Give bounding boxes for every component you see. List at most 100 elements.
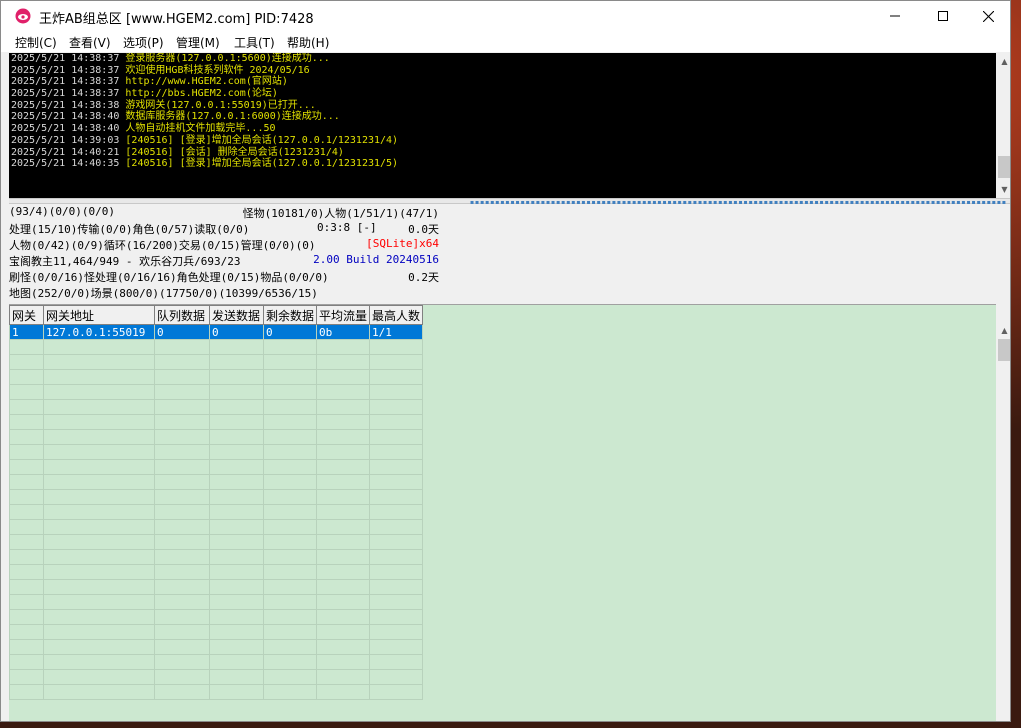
scroll-thumb[interactable] [998,156,1010,178]
log-line: 2025/5/21 14:40:35 [240516] [登录]增加全局会话(1… [11,158,399,170]
empty-cell [316,579,371,595]
empty-cell [209,564,264,580]
empty-cell [9,639,44,655]
empty-cell [369,684,424,700]
table-row[interactable]: 1 127.0.0.1:55019 0 0 0 0b 1/1 [9,324,424,340]
col-header-max-users[interactable]: 最高人数 [369,305,424,325]
empty-row [9,444,424,460]
grid-scrollbar[interactable]: ▲ [996,322,1010,721]
menu-options[interactable]: 选项(P) [123,34,164,51]
empty-cell [262,609,318,625]
empty-cell [9,489,44,505]
menu-tools[interactable]: 工具(T) [234,34,275,51]
empty-cell [43,654,155,670]
empty-cell [209,399,264,415]
empty-cell [369,564,424,580]
empty-cell [316,444,371,460]
empty-cell [316,609,371,625]
col-header-queue[interactable]: 队列数据 [154,305,210,325]
empty-row [9,489,424,505]
empty-cell [316,534,371,550]
empty-cell [154,609,210,625]
empty-cell [154,669,210,685]
empty-cell [262,339,318,355]
empty-cell [209,669,264,685]
col-header-address[interactable]: 网关地址 [43,305,155,325]
empty-cell [316,669,371,685]
title-bar[interactable]: 王炸AB组总区 [www.HGEM2.com] PID:7428 [1,1,1010,31]
empty-cell [209,339,264,355]
empty-row [9,519,424,535]
minimize-button[interactable] [872,1,918,31]
maximize-button[interactable] [920,1,966,31]
empty-row [9,429,424,445]
main-window: 王炸AB组总区 [www.HGEM2.com] PID:7428 控制(C) 查… [0,0,1011,722]
empty-cell [262,369,318,385]
empty-cell [369,549,424,565]
scroll-thumb[interactable] [998,339,1010,361]
close-icon [982,10,994,22]
empty-cell [262,654,318,670]
empty-cell [9,654,44,670]
menu-control[interactable]: 控制(C) [15,34,57,51]
empty-cell [43,519,155,535]
menu-view[interactable]: 查看(V) [69,34,111,51]
empty-cell [369,534,424,550]
empty-cell [154,504,210,520]
menu-help[interactable]: 帮助(H) [287,34,329,51]
empty-cell [316,519,371,535]
empty-cell [154,444,210,460]
empty-cell [209,624,264,640]
close-button[interactable] [965,1,1010,31]
scroll-down-icon[interactable]: ▼ [996,181,1010,198]
log-panel[interactable]: 2025/5/21 14:38:37 登录服务器(127.0.0.1:5600)… [9,53,996,198]
empty-cell [316,504,371,520]
empty-cell [209,429,264,445]
empty-row [9,594,424,610]
col-header-avg-traffic[interactable]: 平均流量 [316,305,371,325]
log-scrollbar[interactable]: ▲ ▼ [996,53,1010,198]
empty-row [9,639,424,655]
col-header-remaining[interactable]: 剩余数据 [262,305,318,325]
grip-icon: ▪▪▪▪▪▪▪▪▪▪▪▪▪▪▪▪▪▪▪▪▪▪▪▪▪▪▪▪▪▪▪▪▪▪▪▪▪▪▪▪… [469,199,1007,206]
empty-cell [154,369,210,385]
col-header-sent[interactable]: 发送数据 [209,305,264,325]
empty-cell [154,399,210,415]
empty-row [9,384,424,400]
cell-sent: 0 [209,324,264,340]
empty-cell [316,384,371,400]
empty-cell [43,444,155,460]
empty-cell [209,444,264,460]
empty-row [9,654,424,670]
empty-cell [316,399,371,415]
empty-cell [43,399,155,415]
gateway-grid[interactable]: 网关 网关地址 队列数据 发送数据 剩余数据 平均流量 最高人数 1 127.0… [9,304,996,721]
empty-cell [316,414,371,430]
empty-cell [209,549,264,565]
log-line: 2025/5/21 14:40:21 [240516] [会话] 删除全局会话(… [11,146,344,158]
stat-row6-left: 地图(252/0/0)场景(800/0)(17750/0)(10399/6536… [9,287,318,300]
empty-row [9,414,424,430]
stat-row4-left: 宝阁教主11,464/949 - 欢乐谷刀兵/693/23 [9,255,241,268]
scroll-up-icon[interactable]: ▲ [996,322,1010,339]
empty-cell [369,624,424,640]
empty-cell [154,549,210,565]
menu-manage[interactable]: 管理(M) [176,34,220,51]
empty-cell [43,339,155,355]
empty-cell [43,624,155,640]
cell-address: 127.0.0.1:55019 [43,324,155,340]
maximize-icon [938,11,948,21]
empty-cell [316,354,371,370]
empty-cell [43,549,155,565]
empty-cell [9,354,44,370]
empty-row [9,339,424,355]
empty-cell [316,594,371,610]
scroll-up-icon[interactable]: ▲ [996,53,1010,70]
log-line: 2025/5/21 14:39:03 [240516] [登录]增加全局会话(1… [11,134,399,146]
empty-cell [9,399,44,415]
empty-cell [209,609,264,625]
cell-avg-traffic: 0b [316,324,371,340]
log-line: 2025/5/21 14:38:40 人物自动挂机文件加载完毕...50 [11,123,276,135]
empty-cell [43,354,155,370]
col-header-gateway[interactable]: 网关 [9,305,44,325]
